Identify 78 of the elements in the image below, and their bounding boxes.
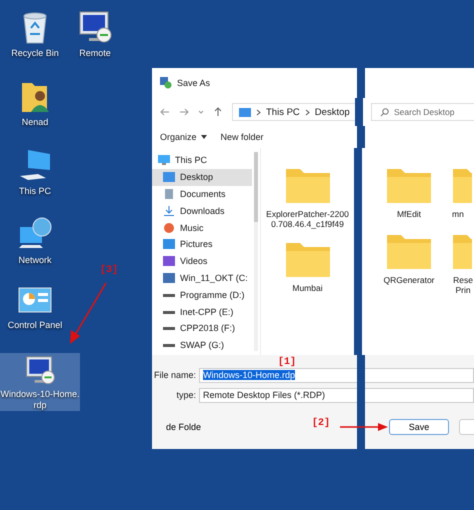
- annotation-arrow: [340, 423, 388, 431]
- annotation-arrow: [68, 282, 108, 344]
- folder-item[interactable]: Rese Prin: [452, 232, 474, 296]
- new-folder-button[interactable]: New folder: [220, 132, 264, 142]
- computer-icon: [18, 148, 52, 182]
- breadcrumb[interactable]: This PC: [266, 106, 300, 118]
- text-field[interactable]: [365, 368, 474, 382]
- icon-label: Windows-10-Home.rdp: [0, 389, 80, 411]
- save-button[interactable]: Save: [389, 419, 449, 435]
- nav-item[interactable]: Videos: [152, 252, 252, 270]
- desktop-icon[interactable]: Control Panel: [0, 284, 70, 353]
- back-arrow-icon[interactable]: [160, 107, 170, 117]
- chevron-right-icon: [304, 108, 310, 116]
- annotation-label: [2]: [312, 418, 330, 429]
- desktop-icon[interactable]: Nenad: [0, 77, 70, 146]
- up-arrow-icon[interactable]: [213, 107, 223, 117]
- hide-folders-button[interactable]: de Folde: [152, 422, 202, 432]
- nav-item[interactable]: Desktop: [152, 168, 252, 186]
- icon-label: Control Panel: [8, 320, 62, 331]
- search-box[interactable]: Search Desktop: [371, 103, 474, 121]
- desktop-icon: [239, 108, 251, 116]
- nav-item[interactable]: Win_11_OKT (C:: [152, 270, 252, 286]
- folder-item[interactable]: ExplorerPatcher-22000.708.46.4_c1f9f49: [264, 166, 352, 230]
- annotation-label: [3]: [100, 265, 118, 276]
- desktop-icon[interactable]: Remote: [70, 8, 120, 77]
- caret-icon: [200, 135, 207, 139]
- nav-item[interactable]: CPP2018 (F:): [152, 320, 252, 337]
- desktop-icon[interactable]: Network: [0, 215, 70, 284]
- network-icon: [18, 217, 52, 251]
- nav-item[interactable]: Inet-CPP (E:): [152, 303, 252, 320]
- window-title: Save As: [177, 78, 210, 88]
- forward-arrow-icon[interactable]: [179, 107, 189, 117]
- nav-item[interactable]: SWAP (G:): [152, 336, 252, 354]
- document-icon: [163, 188, 175, 199]
- folder-item[interactable]: QRGenerator: [366, 232, 452, 296]
- scrollbar[interactable]: [254, 152, 258, 351]
- chevron-right-icon: [256, 108, 261, 116]
- folder-icon: [452, 166, 472, 204]
- folder-item[interactable]: mn: [452, 166, 474, 220]
- folder-item[interactable]: Mumbai: [264, 240, 352, 294]
- annotation-label: [1]: [278, 357, 296, 368]
- nav-item[interactable]: Programme (D:): [152, 286, 252, 304]
- nav-item[interactable]: Pictures: [152, 236, 252, 253]
- desktop-icon[interactable]: Recycle Bin: [0, 8, 70, 77]
- field-label: type:: [175, 390, 196, 400]
- desktop-icon[interactable]: This PC: [0, 146, 70, 215]
- icon-label: Network: [18, 255, 52, 266]
- nav-item[interactable]: Documents: [152, 186, 252, 202]
- field-label: File name:: [152, 370, 196, 380]
- icon-label: Remote: [79, 48, 111, 59]
- monitor-icon: [77, 10, 113, 44]
- system-drive-icon: [163, 272, 175, 283]
- folder-icon: [386, 166, 432, 204]
- icon-label: This PC: [18, 186, 51, 197]
- organize-button[interactable]: Organize: [160, 132, 207, 142]
- folder-icon: [284, 166, 330, 204]
- icon-label: Nenad: [22, 117, 48, 128]
- search-icon: [380, 108, 389, 116]
- computer-icon: [158, 155, 170, 166]
- desktop-icon: [163, 172, 175, 182]
- video-icon: [163, 256, 175, 266]
- nav-item[interactable]: This PC: [152, 152, 252, 169]
- save-dialog-icon: [160, 77, 172, 89]
- address-bar[interactable]: This PC Desktop: [232, 103, 355, 121]
- nav-item[interactable]: Downloads: [152, 202, 252, 220]
- nav-item[interactable]: Music: [152, 219, 252, 236]
- picture-icon: [163, 239, 175, 250]
- icon-label: Recycle Bin: [11, 48, 59, 59]
- breadcrumb[interactable]: Desktop: [314, 106, 350, 118]
- folder-item[interactable]: MfEdit: [366, 166, 452, 220]
- file-name-field[interactable]: Windows-10-Home.rdp: [199, 368, 357, 382]
- dropdown-field[interactable]: [365, 388, 474, 402]
- desktop-icon[interactable]: Windows-10-Home.rdp: [0, 353, 80, 411]
- music-icon: [163, 222, 175, 233]
- file-type-dropdown[interactable]: Remote Desktop Files (*.RDP): [199, 388, 357, 402]
- download-arrow-icon: [163, 206, 175, 216]
- dialog-button[interactable]: [459, 419, 474, 435]
- chevron-down-icon[interactable]: [198, 109, 204, 115]
